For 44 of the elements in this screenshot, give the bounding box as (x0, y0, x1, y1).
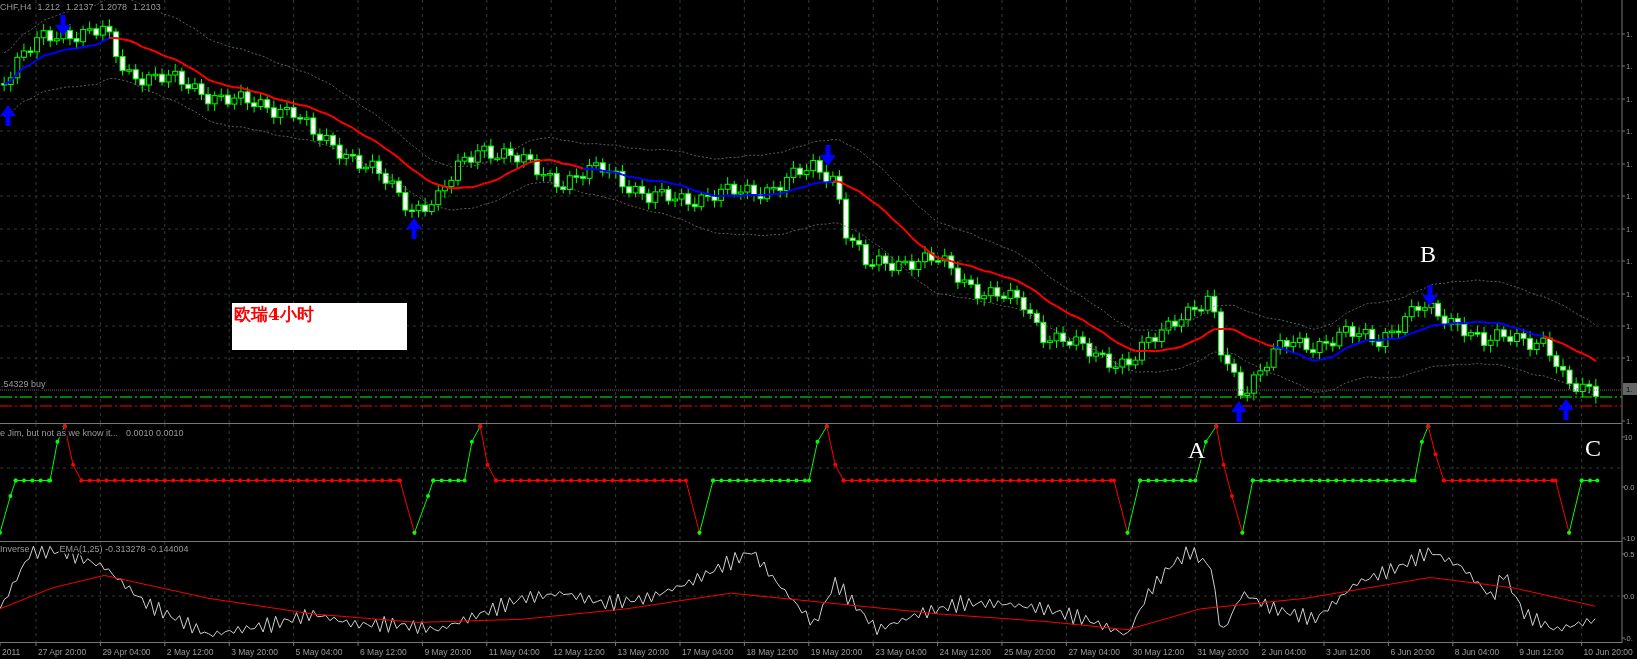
up-arrow-icon (1231, 401, 1247, 422)
quote-value: 1.2137 (66, 2, 94, 12)
chart-note: 欧瑞4小时 (232, 303, 407, 350)
quote-value: 1.2078 (99, 2, 128, 12)
time-axis-label: 31 May 20:00 (1197, 647, 1249, 657)
time-axis-label: 24 May 12:00 (939, 647, 992, 657)
time-axis-label: 25 May 20:00 (1004, 647, 1056, 657)
time-axis-label: 27 Apr 20:00 (38, 647, 87, 657)
time-axis-label: 2011 (2, 647, 21, 657)
up-arrow-icon (0, 105, 16, 126)
time-axis-label: 5 May 04:00 (295, 647, 343, 657)
annotation-letter: B (1420, 241, 1436, 267)
time-axis-label: 18 May 12:00 (746, 647, 798, 657)
time-axis-label: 10 Jun 20:00 (1583, 647, 1633, 657)
down-arrow-icon (1422, 285, 1438, 306)
time-axis-label: 11 May 04:00 (488, 647, 540, 657)
time-axis-label: 6 May 12:00 (360, 647, 407, 657)
time-axis-label: 9 Jun 12:00 (1519, 647, 1564, 657)
time-axis-label: 2 Jun 04:00 (1261, 647, 1307, 657)
up-arrow-icon (1558, 399, 1574, 420)
time-axis-label: 23 May 04:00 (875, 647, 927, 657)
time-axis-label: 8 Jun 04:00 (1454, 647, 1500, 657)
down-arrow-icon (55, 15, 71, 36)
annotation-letter: C (1585, 435, 1601, 461)
time-axis-label: 19 May 20:00 (810, 647, 863, 657)
time-axis-label: 30 May 12:00 (1132, 647, 1185, 657)
time-axis-label: 29 Apr 04:00 (102, 647, 151, 657)
time-axis-label: 9 May 20:00 (424, 647, 472, 657)
time-axis-label: 13 May 20:00 (617, 647, 670, 657)
quote-value: 1.2103 (133, 2, 161, 12)
indicator-values: 0.0010 0.0010 (126, 428, 184, 438)
chart-symbol: CHF,H4 (0, 2, 32, 12)
indicator-title: Inverse (0, 544, 30, 554)
quote-value: 1.212 (37, 2, 61, 12)
time-axis-label: 6 Jun 20:00 (1390, 647, 1435, 657)
time-axis-label: 27 May 04:00 (1068, 647, 1120, 657)
up-arrow-icon (406, 218, 422, 239)
time-axis-label: 3 Jun 12:00 (1326, 647, 1371, 657)
down-arrow-icon (820, 145, 836, 166)
time-axis-label: 3 May 20:00 (231, 647, 278, 657)
time-axis-label: 12 May 12:00 (553, 647, 605, 657)
order-label: .54329 buy (1, 379, 46, 389)
time-axis-label: 17 May 04:00 (682, 647, 734, 657)
time-axis-label: 2 May 12:00 (166, 647, 214, 657)
